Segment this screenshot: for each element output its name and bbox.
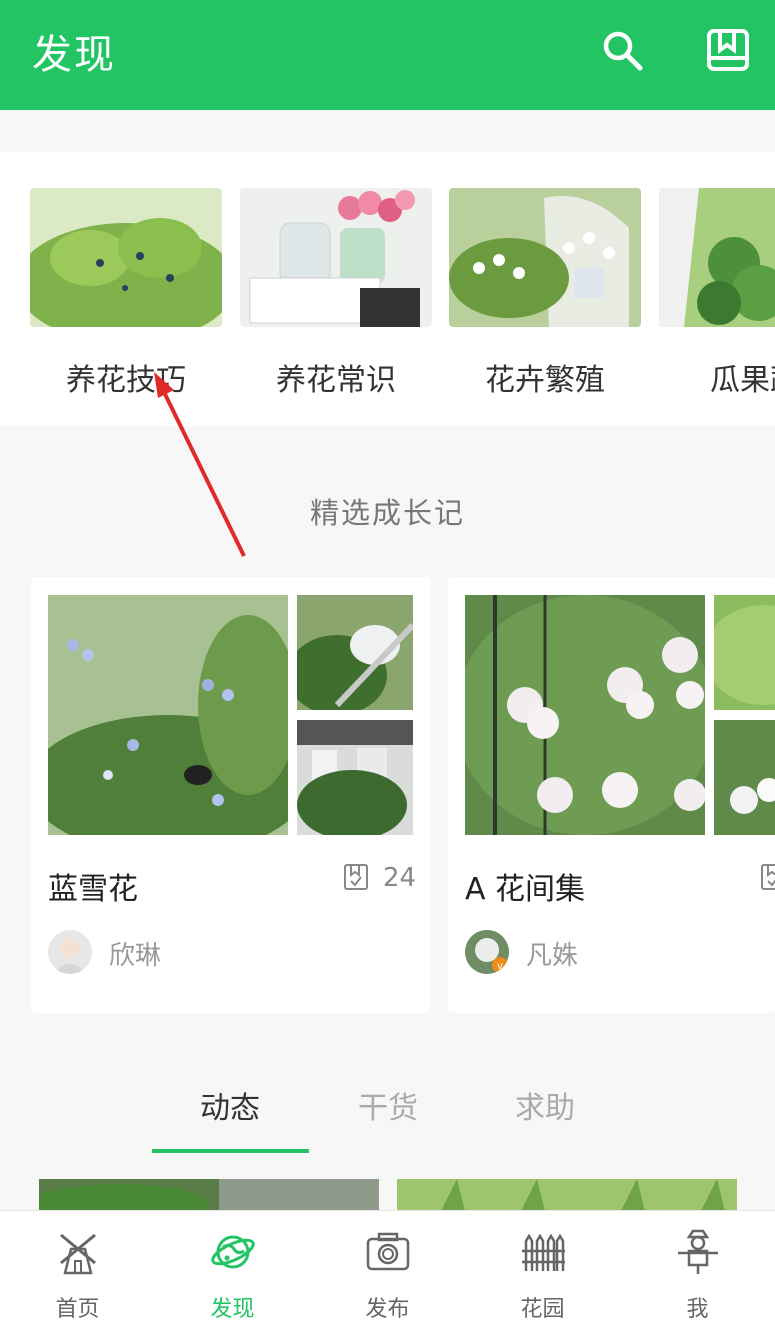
category-image	[659, 188, 775, 327]
nav-label: 发现	[210, 1297, 255, 1322]
category-image	[240, 188, 432, 327]
diary-thumb-image	[297, 720, 413, 840]
tab-ganhuo[interactable]: 干货	[310, 1083, 466, 1127]
nav-label: 首页	[55, 1297, 100, 1322]
category-card-2[interactable]: 养花常识	[240, 188, 432, 399]
bottom-nav: 首页 发现 发布 花园 我	[0, 1210, 775, 1327]
diary-card-2[interactable]: A 花间集 v 凡姝	[448, 577, 775, 1013]
diary-title: A 花间集	[465, 872, 586, 907]
scarecrow-icon	[678, 1229, 718, 1274]
diary-book-icon	[344, 864, 368, 890]
diary-entry-count: 24	[383, 863, 417, 893]
avatar[interactable]: v	[465, 930, 509, 974]
diary-book-icon	[761, 864, 775, 890]
category-strip: 养花技巧 养花常识 花卉繁殖 瓜果	[0, 152, 775, 426]
category-image	[449, 188, 641, 327]
bookmark-icon[interactable]	[706, 28, 750, 72]
category-label: 瓜果蔬	[710, 363, 775, 398]
section-title: 精选成长记	[309, 496, 465, 530]
tab-underline	[152, 1149, 309, 1153]
page-title: 发现	[32, 32, 116, 78]
nav-label: 发布	[365, 1297, 410, 1322]
nav-garden[interactable]: 花园	[465, 1211, 620, 1327]
diary-thumb-image	[287, 595, 416, 715]
nav-label: 我	[686, 1297, 709, 1322]
windmill-icon	[60, 1233, 96, 1275]
category-image	[30, 188, 222, 327]
category-label: 养花技巧	[66, 363, 186, 398]
nav-me[interactable]: 我	[620, 1211, 775, 1327]
app-header: 发现	[0, 0, 775, 110]
nav-label: 花园	[520, 1297, 565, 1322]
diary-cover-image	[455, 595, 715, 835]
tab-qiuzhu[interactable]: 求助	[467, 1083, 623, 1127]
category-card-1[interactable]: 养花技巧	[30, 188, 222, 399]
planet-icon	[211, 1235, 255, 1269]
category-card-3[interactable]: 花卉繁殖	[449, 188, 641, 399]
author-name[interactable]: 欣琳	[109, 935, 161, 972]
svg-text:v: v	[497, 961, 503, 972]
tab-dongtai[interactable]: 动态	[152, 1083, 308, 1127]
diary-thumb-image	[714, 720, 775, 835]
diary-title: 蓝雪花	[48, 872, 138, 907]
category-card-4[interactable]: 瓜果蔬	[659, 188, 775, 399]
camera-icon	[366, 1232, 410, 1271]
fence-icon	[522, 1233, 565, 1271]
nav-home[interactable]: 首页	[0, 1211, 155, 1327]
category-label: 花卉繁殖	[485, 363, 605, 398]
diary-cover-image	[31, 595, 308, 855]
nav-discover[interactable]: 发现	[155, 1211, 310, 1327]
avatar[interactable]	[48, 930, 92, 974]
search-icon[interactable]	[600, 28, 644, 72]
diary-card-1[interactable]: 蓝雪花 24 欣琳	[31, 577, 430, 1013]
category-label: 养花常识	[276, 363, 396, 398]
author-name[interactable]: 凡姝	[526, 935, 578, 972]
nav-publish[interactable]: 发布	[310, 1211, 465, 1327]
diary-thumb-image	[704, 595, 775, 710]
